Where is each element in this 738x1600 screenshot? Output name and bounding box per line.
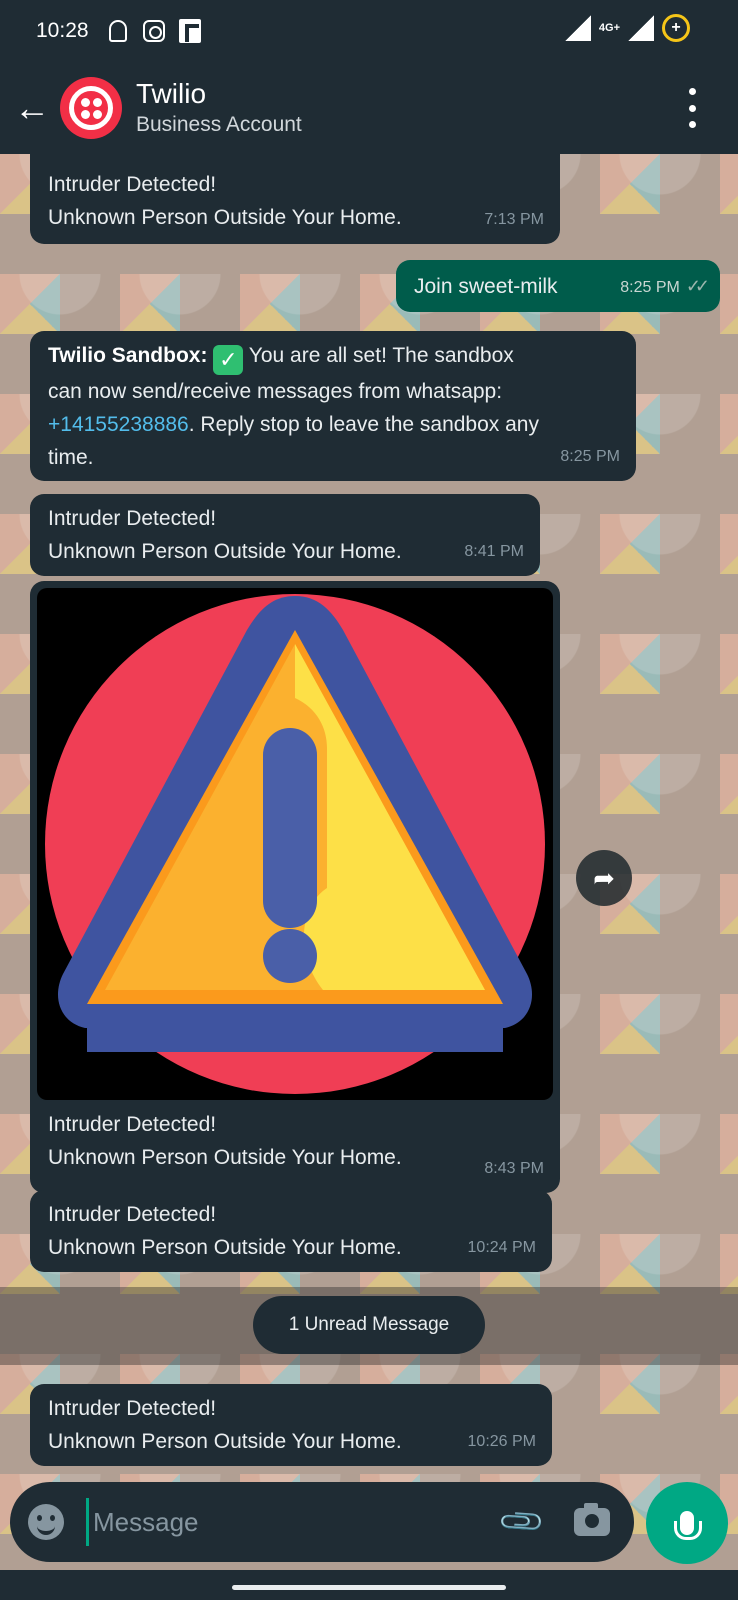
flipboard-icon <box>178 19 201 43</box>
message-line-4: time. <box>48 446 94 469</box>
message-text: Intruder Detected! <box>48 1113 217 1136</box>
forward-icon[interactable]: ➦ <box>576 850 632 906</box>
message-bubble[interactable]: Intruder Detected! Unknown Person Outsid… <box>30 1190 552 1272</box>
microphone-icon <box>674 1511 702 1540</box>
message-time: 8:25 PM <box>560 448 620 465</box>
arrow-left-icon[interactable]: ← <box>10 78 54 138</box>
check-mark-emoji-icon: ✓ <box>213 345 244 375</box>
status-bar: 10:28 4G+ + <box>0 0 738 62</box>
ghost-icon <box>107 19 129 43</box>
message-bubble-media[interactable]: Intruder Detected! Unknown Person Outsid… <box>30 581 560 1193</box>
unread-messages-badge: 1 Unread Message <box>253 1296 485 1354</box>
message-bubble-outgoing[interactable]: Join sweet-milk 8:25 PM ✓✓ <box>396 260 720 312</box>
paperclip-icon[interactable]: 📎 <box>497 1497 548 1548</box>
message-bubble[interactable]: Intruder Detected! Unknown Person Outsid… <box>30 1384 552 1466</box>
message-time: 7:13 PM <box>484 211 544 228</box>
home-indicator[interactable] <box>232 1585 506 1590</box>
battery-saver-icon: + <box>662 14 690 42</box>
message-input[interactable] <box>86 1498 504 1546</box>
network-type: 4G+ <box>598 22 620 34</box>
message-composer: 📎 <box>10 1482 634 1562</box>
message-time: 10:24 PM <box>467 1239 536 1256</box>
message-bubble[interactable]: Intruder Detected! Unknown Person Outsid… <box>30 494 540 576</box>
message-bubble[interactable]: Intruder Detected! Unknown Person Outsid… <box>30 154 560 244</box>
signal-icon <box>564 15 591 41</box>
avatar[interactable] <box>60 77 122 139</box>
message-line-3: +14155238886. Reply stop to leave the sa… <box>48 413 539 436</box>
warning-sign-illustration <box>45 594 545 1094</box>
more-vert-icon[interactable] <box>682 88 702 128</box>
instagram-icon <box>142 19 165 43</box>
contact-subtitle: Business Account <box>136 113 302 136</box>
contact-name: Twilio <box>136 78 207 109</box>
message-text: Intruder Detected! <box>48 507 217 530</box>
message-text: Intruder Detected! <box>48 1203 217 1226</box>
signal-icon-2 <box>628 15 654 41</box>
message-text: Unknown Person Outside Your Home. <box>48 1430 402 1453</box>
message-time: 8:43 PM <box>484 1160 544 1177</box>
message-bubble[interactable]: Twilio Sandbox: ✓ You are all set! The s… <box>30 331 636 481</box>
chat-list[interactable]: Intruder Detected! Unknown Person Outsid… <box>0 154 738 1484</box>
status-time: 10:28 <box>36 19 89 42</box>
chat-header: ← Twilio Business Account <box>0 62 738 154</box>
contact-info[interactable]: Twilio Business Account <box>136 77 302 139</box>
message-text: Unknown Person Outside Your Home. <box>48 206 402 229</box>
message-text: Unknown Person Outside Your Home. <box>48 1236 402 1259</box>
warning-image[interactable] <box>37 588 553 1100</box>
emoji-icon[interactable] <box>28 1504 64 1540</box>
twilio-logo-icon <box>69 86 113 130</box>
message-text: Intruder Detected! <box>48 173 217 196</box>
phone-link[interactable]: +14155238886 <box>48 413 189 436</box>
camera-icon[interactable] <box>574 1503 610 1536</box>
status-right-group: 4G+ + <box>564 14 690 42</box>
message-line-2: can now send/receive messages from whats… <box>48 380 503 403</box>
message-time: 8:25 PM ✓✓ <box>620 276 710 296</box>
message-line-1: Twilio Sandbox: ✓ You are all set! The s… <box>48 339 618 375</box>
message-text: Unknown Person Outside Your Home. <box>48 1146 402 1169</box>
sender-name: Twilio Sandbox: <box>48 344 208 367</box>
double-check-icon: ✓✓ <box>685 276 710 296</box>
message-text: Unknown Person Outside Your Home. <box>48 540 402 563</box>
message-time: 10:26 PM <box>467 1433 536 1450</box>
microphone-button[interactable] <box>646 1482 728 1564</box>
message-time: 8:41 PM <box>464 543 524 560</box>
message-text: Intruder Detected! <box>48 1397 217 1420</box>
